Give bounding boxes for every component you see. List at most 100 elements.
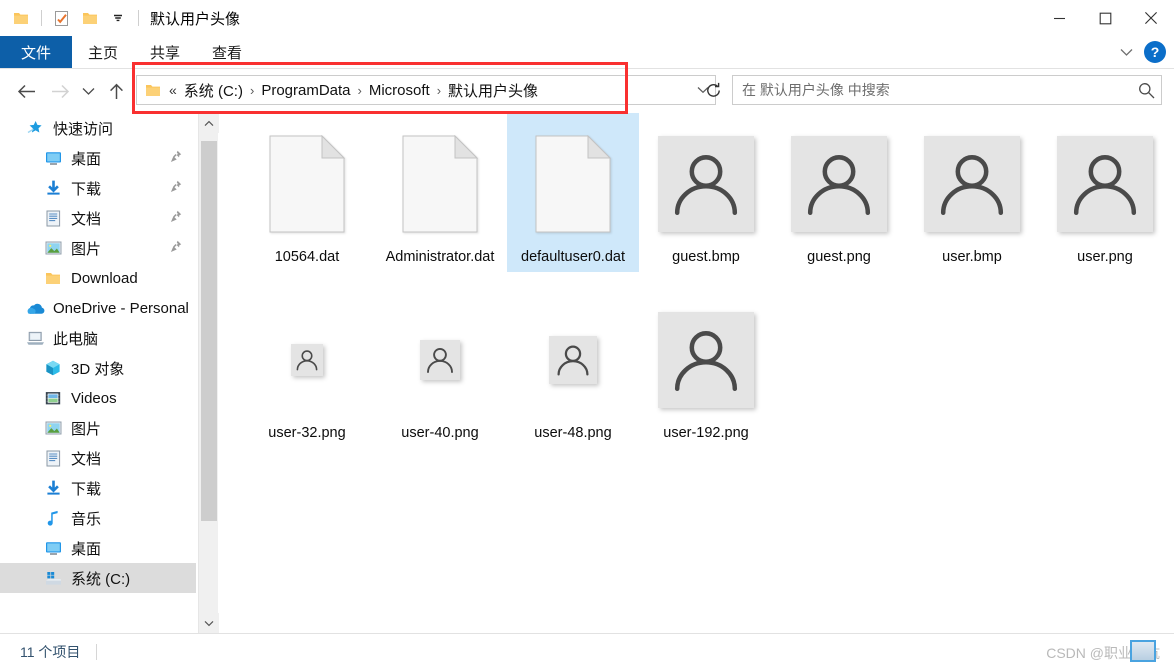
sidebar-scrollbar[interactable] (198, 113, 219, 633)
breadcrumb-separator-2[interactable]: › (433, 83, 445, 98)
user-avatar-icon (374, 297, 506, 423)
pin-icon[interactable] (170, 240, 182, 257)
scroll-up-icon[interactable] (199, 113, 219, 133)
tab-home[interactable]: 主页 (72, 36, 134, 68)
file-tile[interactable]: 10564.dat (241, 113, 373, 272)
scroll-down-icon[interactable] (199, 613, 219, 633)
sidebar-item-1[interactable]: 桌面 (0, 143, 196, 173)
pin-icon[interactable] (170, 210, 182, 227)
pin-icon[interactable] (170, 180, 182, 197)
sidebar-item-7[interactable]: 此电脑 (0, 323, 196, 353)
address-folder-icon (137, 83, 167, 98)
sidebar-item-label: 3D 对象 (71, 360, 125, 378)
documents-icon (42, 448, 64, 468)
file-tile[interactable]: user-48.png (507, 289, 639, 448)
sidebar-item-label: 图片 (71, 420, 102, 438)
window-title: 默认用户头像 (150, 10, 241, 28)
forward-arrow-icon (44, 75, 76, 107)
downloads-icon (42, 478, 64, 498)
status-bar: 11 个项目 (0, 634, 1174, 670)
user-avatar-icon (640, 121, 772, 247)
sidebar-item-8[interactable]: 3D 对象 (0, 353, 196, 383)
file-name-label: user-192.png (663, 425, 749, 441)
properties-icon[interactable] (49, 5, 75, 31)
sidebar-item-5[interactable]: Download (0, 263, 196, 293)
search-box[interactable]: 在 默认用户头像 中搜索 (732, 75, 1162, 105)
close-icon[interactable] (1128, 0, 1174, 36)
file-tile[interactable]: user.png (1039, 113, 1171, 272)
recent-locations-icon[interactable] (76, 75, 100, 107)
breadcrumb-overflow[interactable]: « (167, 82, 181, 98)
file-tile[interactable]: defaultuser0.dat (507, 113, 639, 272)
address-bar[interactable]: « 系统 (C:) › ProgramData › Microsoft › 默认… (136, 75, 716, 105)
music-icon (42, 508, 64, 528)
up-arrow-icon[interactable] (100, 75, 132, 107)
search-icon[interactable] (1131, 82, 1161, 99)
tab-share[interactable]: 共享 (134, 36, 196, 68)
file-tile[interactable]: user-40.png (374, 289, 506, 448)
sidebar-item-12[interactable]: 下载 (0, 473, 196, 503)
sidebar-item-label: 下载 (71, 480, 102, 498)
downloads-icon (42, 178, 64, 198)
scrollbar-thumb[interactable] (201, 141, 217, 521)
maximize-icon[interactable] (1082, 0, 1128, 36)
sidebar-item-6[interactable]: OneDrive - Personal (0, 293, 196, 323)
ribbon-tab-bar: 文件 主页 共享 查看 ? (0, 36, 1174, 68)
sidebar-item-13[interactable]: 音乐 (0, 503, 196, 533)
new-folder-icon[interactable] (77, 5, 103, 31)
tab-view[interactable]: 查看 (196, 36, 258, 68)
file-name-label: user.png (1077, 249, 1133, 265)
window-controls (1036, 0, 1174, 36)
chevron-down-icon[interactable] (1112, 38, 1140, 66)
navigation-pane: 快速访问 桌面 下载 文档 图片 Download OneDrive - Personal 此… (0, 113, 196, 633)
file-name-label: guest.png (807, 249, 871, 265)
sidebar-item-4[interactable]: 图片 (0, 233, 196, 263)
ribbon-right-controls: ? (1112, 36, 1174, 68)
breadcrumb: « 系统 (C:) › ProgramData › Microsoft › 默认… (167, 80, 691, 101)
file-tile[interactable]: guest.png (773, 113, 905, 272)
customize-dropdown-icon[interactable] (105, 5, 131, 31)
status-separator (96, 644, 98, 660)
sidebar-item-15[interactable]: 系统 (C:) (0, 563, 196, 593)
file-tile[interactable]: user-192.png (640, 289, 772, 448)
breadcrumb-separator-1[interactable]: › (354, 83, 366, 98)
breadcrumb-item-1[interactable]: ProgramData (258, 82, 353, 99)
file-name-label: defaultuser0.dat (521, 249, 625, 265)
sidebar-item-label: 桌面 (71, 150, 102, 168)
search-input[interactable]: 在 默认用户头像 中搜索 (733, 80, 1131, 100)
sidebar-item-2[interactable]: 下载 (0, 173, 196, 203)
sidebar-item-label: 下载 (71, 180, 102, 198)
pin-icon[interactable] (170, 150, 182, 167)
user-avatar-icon (507, 297, 639, 423)
file-list-view[interactable]: 10564.dat Administrator.dat defaultuser0.d… (219, 113, 1174, 633)
sidebar-item-10[interactable]: 图片 (0, 413, 196, 443)
file-tile[interactable]: guest.bmp (640, 113, 772, 272)
pictures-icon (42, 238, 64, 258)
breadcrumb-separator-0[interactable]: › (246, 83, 258, 98)
sidebar-item-3[interactable]: 文档 (0, 203, 196, 233)
file-tile[interactable]: user.bmp (906, 113, 1038, 272)
folder-icon[interactable] (8, 5, 34, 31)
sidebar-item-label: OneDrive - Personal (53, 299, 189, 317)
folder-icon (42, 268, 64, 288)
sidebar-item-14[interactable]: 桌面 (0, 533, 196, 563)
sidebar-item-label: 此电脑 (53, 330, 99, 348)
user-avatar-icon (906, 121, 1038, 247)
sidebar-item-0[interactable]: 快速访问 (0, 113, 196, 143)
quick-access-toolbar (0, 5, 144, 31)
sidebar-item-9[interactable]: Videos (0, 383, 196, 413)
breadcrumb-item-3[interactable]: 默认用户头像 (445, 80, 541, 101)
minimize-icon[interactable] (1036, 0, 1082, 36)
file-tile[interactable]: Administrator.dat (374, 113, 506, 272)
refresh-icon[interactable] (700, 78, 726, 102)
tab-file[interactable]: 文件 (0, 36, 72, 68)
back-arrow-icon[interactable] (10, 75, 42, 107)
sidebar-item-label: 图片 (71, 240, 102, 258)
help-button[interactable]: ? (1144, 41, 1166, 63)
onedrive-icon (24, 298, 46, 318)
breadcrumb-item-0[interactable]: 系统 (C:) (181, 80, 246, 101)
file-tile[interactable]: user-32.png (241, 289, 373, 448)
breadcrumb-item-2[interactable]: Microsoft (366, 82, 433, 99)
sidebar-item-label: 系统 (C:) (71, 570, 131, 588)
sidebar-item-11[interactable]: 文档 (0, 443, 196, 473)
